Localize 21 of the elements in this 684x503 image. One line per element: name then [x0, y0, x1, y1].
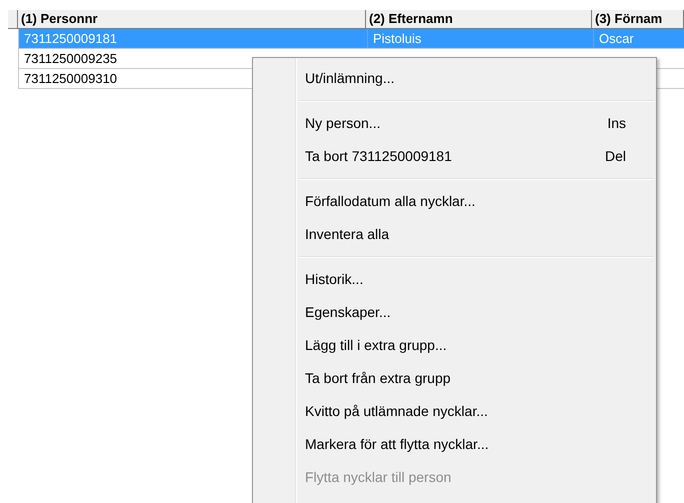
menu-item[interactable]: Ta bort 7311250009181 Del	[253, 140, 656, 173]
table-cell: 7311250009310	[24, 71, 118, 86]
menu-item[interactable]: Ut/inlämning...	[253, 62, 656, 95]
menu-item[interactable]: Markera för att flytta nycklar...	[253, 428, 656, 461]
shortcut-text: Del	[604, 147, 626, 166]
table-cell: Pistoluis	[373, 31, 422, 46]
column-header[interactable]: (1) Personnr	[18, 10, 366, 28]
table-cell: Oscar	[599, 31, 634, 46]
menu-item[interactable]: Kvitto på utlämnade nycklar...	[253, 395, 656, 428]
menu-item[interactable]: Inventera alla	[253, 218, 656, 251]
column-header[interactable]: (2) Efternamn	[366, 10, 592, 28]
column-header[interactable]: (3) Förnam	[592, 10, 684, 28]
menu-item[interactable]: Egenskaper...	[253, 296, 656, 329]
menu-item[interactable]: Förfallodatum alla nycklar...	[253, 185, 656, 218]
shortcut-text: Ins	[607, 114, 626, 133]
table-cell: 7311250009181	[24, 31, 118, 46]
menu-item[interactable]: Historik...	[253, 263, 656, 296]
menu-item[interactable]: Lägg till i extra grupp...	[253, 329, 656, 362]
menu-item[interactable]: Ny person... Ins	[253, 107, 656, 140]
menu-item[interactable]: Ta bort från extra grupp	[253, 362, 656, 395]
table-cell: 7311250009235	[24, 51, 118, 66]
